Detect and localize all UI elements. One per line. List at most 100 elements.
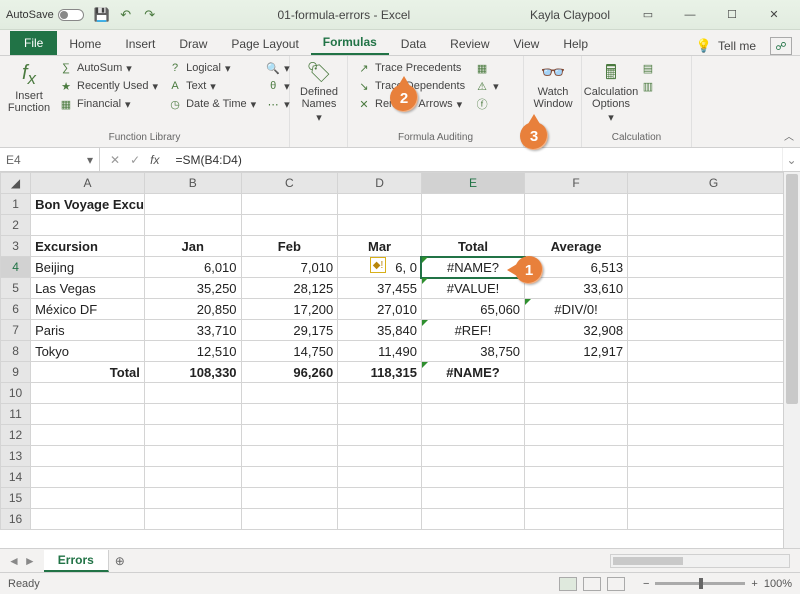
calculation-options-button[interactable]: 🖩 Calculation Options▾: [588, 60, 634, 126]
financial-button[interactable]: ▦Financial ▾: [56, 96, 161, 112]
cell[interactable]: [628, 278, 800, 299]
name-box[interactable]: E4▾: [0, 148, 100, 171]
autosave-toggle[interactable]: AutoSave: [6, 9, 84, 21]
cell[interactable]: 37,455: [338, 278, 422, 299]
cell[interactable]: 35,840: [338, 320, 422, 341]
cell[interactable]: Beijing: [31, 257, 145, 278]
math-trig-button[interactable]: θ▾: [263, 78, 293, 94]
cell[interactable]: [241, 383, 338, 404]
cell[interactable]: [144, 467, 241, 488]
cell[interactable]: [31, 488, 145, 509]
cell[interactable]: [241, 467, 338, 488]
cell[interactable]: #REF!: [421, 320, 524, 341]
col-header[interactable]: B: [144, 173, 241, 194]
row-header[interactable]: 9: [1, 362, 31, 383]
logical-button[interactable]: ?Logical ▾: [165, 60, 259, 76]
col-header[interactable]: C: [241, 173, 338, 194]
cell[interactable]: [525, 383, 628, 404]
cell[interactable]: [144, 488, 241, 509]
cell[interactable]: [241, 488, 338, 509]
spreadsheet-grid[interactable]: ◆! ◢ A B C D E F G 1Bon Voyage Excursion…: [0, 172, 800, 548]
accept-formula-icon[interactable]: ✓: [130, 153, 140, 167]
cell[interactable]: [241, 215, 338, 236]
cell[interactable]: Jan: [144, 236, 241, 257]
row-header[interactable]: 6: [1, 299, 31, 320]
save-icon[interactable]: 💾: [94, 7, 110, 23]
cell[interactable]: 65,060: [421, 299, 524, 320]
expand-formula-bar-icon[interactable]: ⌄: [782, 148, 800, 171]
zoom-level[interactable]: 100%: [764, 578, 792, 590]
row-header[interactable]: 10: [1, 383, 31, 404]
cell[interactable]: [525, 194, 628, 215]
trace-precedents-button[interactable]: ↗Trace Precedents: [354, 60, 468, 76]
select-all-button[interactable]: ◢: [1, 173, 31, 194]
row-header[interactable]: 14: [1, 467, 31, 488]
cell[interactable]: 33,710: [144, 320, 241, 341]
cell[interactable]: [628, 488, 800, 509]
cell[interactable]: [628, 320, 800, 341]
row-header[interactable]: 3: [1, 236, 31, 257]
close-button[interactable]: ✕: [754, 1, 794, 29]
cell[interactable]: 118,315: [338, 362, 422, 383]
cell[interactable]: 17,200: [241, 299, 338, 320]
cell[interactable]: 33,610: [525, 278, 628, 299]
sheet-nav[interactable]: ◄►: [0, 554, 44, 568]
cell[interactable]: Paris: [31, 320, 145, 341]
row-header[interactable]: 15: [1, 488, 31, 509]
cell[interactable]: [628, 509, 800, 530]
cell[interactable]: #NAME?: [421, 362, 524, 383]
defined-names-button[interactable]: 🏷 Defined Names▾: [296, 60, 342, 126]
zoom-in-icon[interactable]: +: [751, 578, 757, 590]
cell[interactable]: [628, 362, 800, 383]
minimize-button[interactable]: —: [670, 1, 710, 29]
cell[interactable]: [144, 509, 241, 530]
autosum-button[interactable]: ∑AutoSum ▾: [56, 60, 161, 76]
cell[interactable]: [144, 404, 241, 425]
cell[interactable]: Las Vegas: [31, 278, 145, 299]
formula-input[interactable]: =SM(B4:D4): [169, 148, 782, 171]
row-header[interactable]: 11: [1, 404, 31, 425]
row-header[interactable]: 13: [1, 446, 31, 467]
cell[interactable]: [421, 488, 524, 509]
zoom-control[interactable]: − + 100%: [643, 578, 792, 590]
cell[interactable]: [338, 194, 422, 215]
row-header[interactable]: 12: [1, 425, 31, 446]
zoom-slider[interactable]: [655, 582, 745, 585]
tab-help[interactable]: Help: [551, 33, 600, 55]
row-header[interactable]: 5: [1, 278, 31, 299]
cell[interactable]: [144, 215, 241, 236]
cell[interactable]: [241, 425, 338, 446]
recently-used-button[interactable]: ★Recently Used ▾: [56, 78, 161, 94]
tell-me-search[interactable]: Tell me: [718, 39, 756, 53]
cell[interactable]: [525, 488, 628, 509]
cell[interactable]: [421, 509, 524, 530]
cell[interactable]: Total: [421, 236, 524, 257]
cell[interactable]: [144, 194, 241, 215]
cell[interactable]: [421, 425, 524, 446]
cell[interactable]: [525, 467, 628, 488]
zoom-out-icon[interactable]: −: [643, 578, 649, 590]
cell[interactable]: [525, 425, 628, 446]
col-header[interactable]: G: [628, 173, 800, 194]
add-sheet-button[interactable]: ⊕: [109, 554, 131, 568]
cell[interactable]: Excursion: [31, 236, 145, 257]
cell[interactable]: 12,917: [525, 341, 628, 362]
cell[interactable]: [628, 425, 800, 446]
collapse-ribbon-icon[interactable]: ︿: [784, 128, 794, 143]
normal-view-icon[interactable]: [559, 577, 577, 591]
tab-review[interactable]: Review: [438, 33, 501, 55]
watch-window-button[interactable]: 👓 Watch Window: [530, 60, 576, 112]
cell[interactable]: [628, 299, 800, 320]
cell[interactable]: Average: [525, 236, 628, 257]
show-formulas-button[interactable]: ▦: [472, 60, 502, 76]
cell[interactable]: [241, 509, 338, 530]
cell[interactable]: [338, 446, 422, 467]
undo-icon[interactable]: ↶: [118, 7, 134, 23]
cell[interactable]: [241, 194, 338, 215]
cell[interactable]: México DF: [31, 299, 145, 320]
tab-view[interactable]: View: [502, 33, 552, 55]
cell[interactable]: 108,330: [144, 362, 241, 383]
vertical-scrollbar[interactable]: [783, 172, 800, 548]
calculate-sheet-button[interactable]: ▥: [638, 78, 658, 94]
cell[interactable]: [628, 215, 800, 236]
